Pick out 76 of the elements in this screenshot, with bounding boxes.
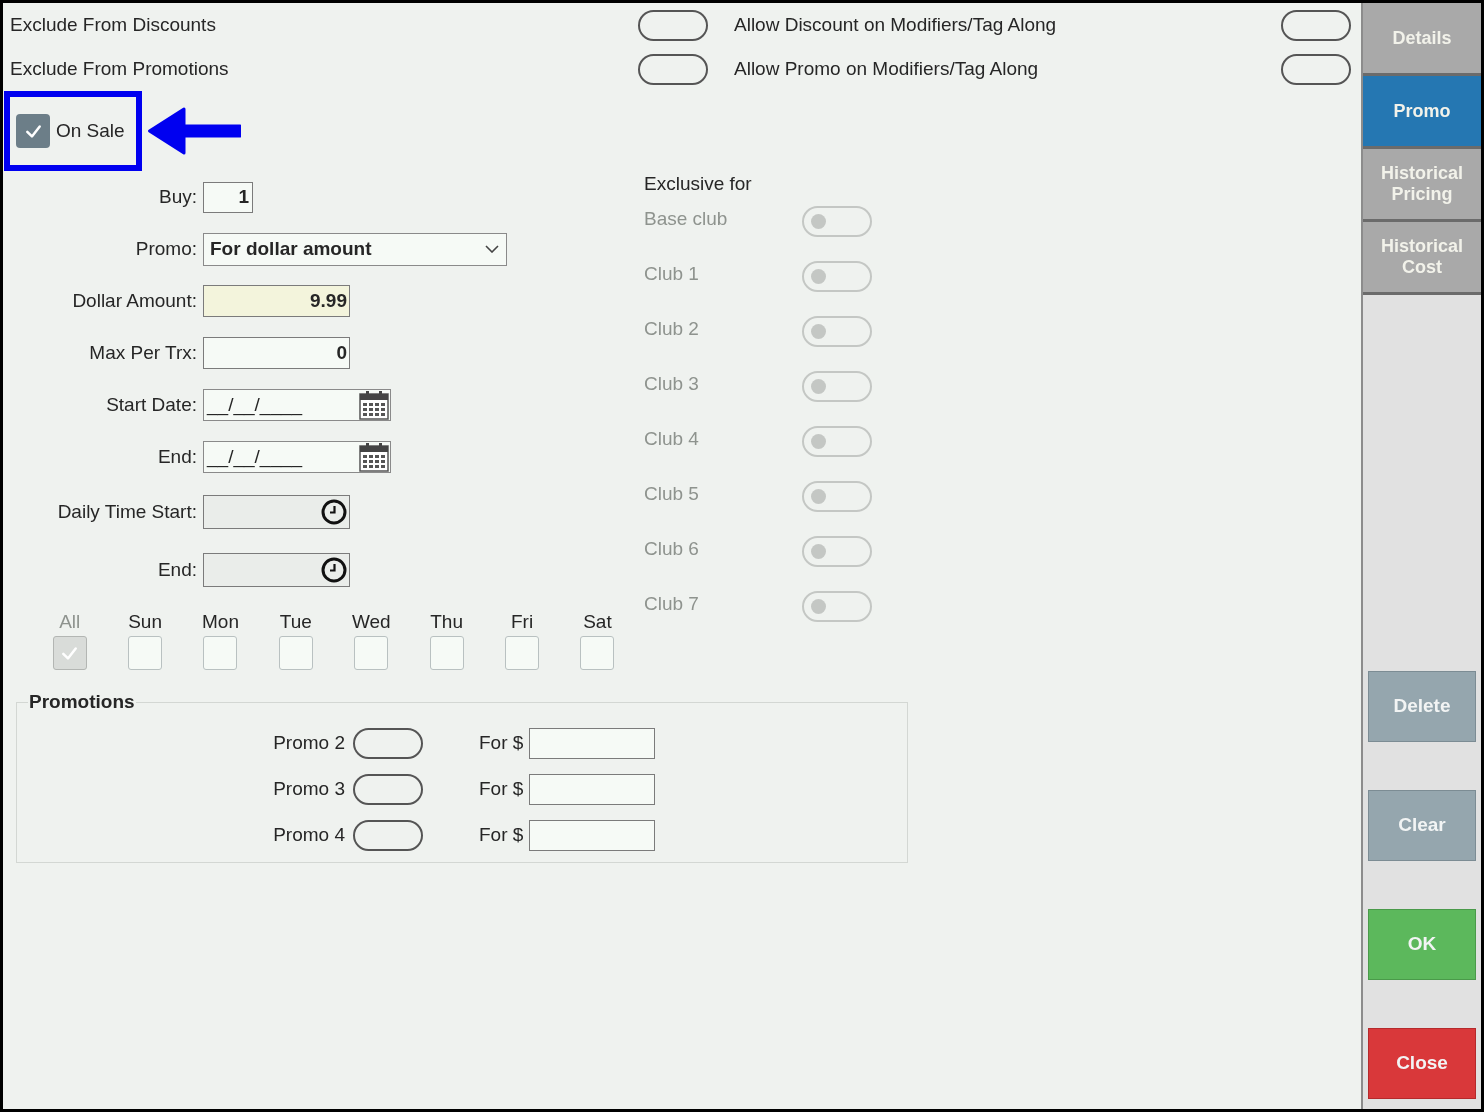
calendar-icon <box>359 390 389 420</box>
toggle-switch[interactable] <box>353 820 423 851</box>
club-label: Club 4 <box>644 426 700 451</box>
field-label: Promo: <box>134 236 197 261</box>
amount-label: For $ <box>479 777 524 802</box>
check-icon <box>61 645 79 661</box>
amount-label: For $ <box>479 823 524 848</box>
club-label: Club 1 <box>644 261 700 286</box>
group-title: Promotions <box>28 690 136 714</box>
club-label: Club 7 <box>644 591 700 616</box>
field-label: Dollar Amount: <box>71 288 197 313</box>
day-checkbox[interactable] <box>278 636 313 670</box>
action-button[interactable]: Clear <box>1368 790 1476 861</box>
club-label: Club 6 <box>644 536 700 561</box>
field-label: Start Date: <box>105 392 197 417</box>
field-label: Buy: <box>157 184 197 209</box>
amount-label: For $ <box>479 731 524 756</box>
sidebar-tab[interactable]: Promo <box>1363 76 1481 149</box>
option-label: Exclude From Discounts <box>10 12 216 37</box>
option-label: Allow Promo on Modifiers/Tag Along <box>734 56 1039 81</box>
option-label: Exclude From Promotions <box>10 56 229 81</box>
field-label: Max Per Trx: <box>88 340 197 365</box>
day-label: Tue <box>279 610 312 634</box>
day-checkbox[interactable] <box>505 636 540 670</box>
date-field[interactable]: __/__/____ <box>203 441 391 473</box>
clock-icon <box>321 499 347 525</box>
option-label: Allow Discount on Modifiers/Tag Along <box>734 12 1057 37</box>
day-checkbox[interactable] <box>354 636 389 670</box>
section-title: Exclusive for <box>644 174 753 194</box>
toggle-switch[interactable] <box>1281 53 1351 85</box>
toggle-switch[interactable] <box>638 53 708 85</box>
toggle-switch[interactable] <box>353 774 423 805</box>
checkbox-label: On Sale <box>56 118 125 143</box>
field-label: End: <box>156 557 197 582</box>
day-checkbox[interactable] <box>429 636 464 670</box>
number-field[interactable]: 9.99 <box>203 285 350 317</box>
quantity-field[interactable]: 1 <box>203 181 253 213</box>
day-label: Sat <box>583 610 612 634</box>
day-label: All <box>59 610 81 634</box>
arrow-icon <box>147 106 241 156</box>
day-checkbox[interactable] <box>128 636 163 670</box>
toggle-switch[interactable] <box>638 9 708 41</box>
club-label: Base club <box>644 206 729 231</box>
ok-button[interactable]: OK <box>1368 909 1476 980</box>
club-label: Club 5 <box>644 481 700 506</box>
date-field[interactable]: __/__/____ <box>203 389 391 421</box>
checkbox[interactable] <box>16 114 50 148</box>
time-field[interactable] <box>203 553 350 587</box>
club-label: Club 3 <box>644 371 700 396</box>
day-checkbox[interactable] <box>203 636 238 670</box>
promo-label: Promo 4 <box>272 823 345 848</box>
day-label: Mon <box>202 610 239 634</box>
day-label: Thu <box>430 610 463 634</box>
day-label: Wed <box>351 610 391 634</box>
toggle-switch[interactable] <box>1281 9 1351 41</box>
check-icon <box>24 123 42 139</box>
day-checkbox[interactable] <box>580 636 615 670</box>
amount-field[interactable] <box>529 774 656 805</box>
promo-label: Promo 3 <box>272 777 345 802</box>
field-label: Daily Time Start: <box>56 499 197 524</box>
calendar-icon <box>359 442 389 472</box>
amount-field[interactable] <box>529 728 656 759</box>
club-label: Club 2 <box>644 316 700 341</box>
amount-field[interactable] <box>529 820 656 851</box>
day-label: Fri <box>510 610 534 634</box>
number-field[interactable]: 0 <box>203 337 350 369</box>
action-button[interactable]: Delete <box>1368 671 1476 742</box>
day-label: Sun <box>128 610 162 634</box>
toggle-switch[interactable] <box>353 728 423 759</box>
field-label: End: <box>156 444 197 469</box>
time-field[interactable] <box>203 495 350 529</box>
dropdown[interactable]: For dollar amount <box>203 232 507 266</box>
close-button[interactable]: Close <box>1368 1028 1476 1099</box>
chevron-down-icon <box>485 245 499 253</box>
clock-icon <box>321 557 347 583</box>
promo-label: Promo 2 <box>272 731 345 756</box>
